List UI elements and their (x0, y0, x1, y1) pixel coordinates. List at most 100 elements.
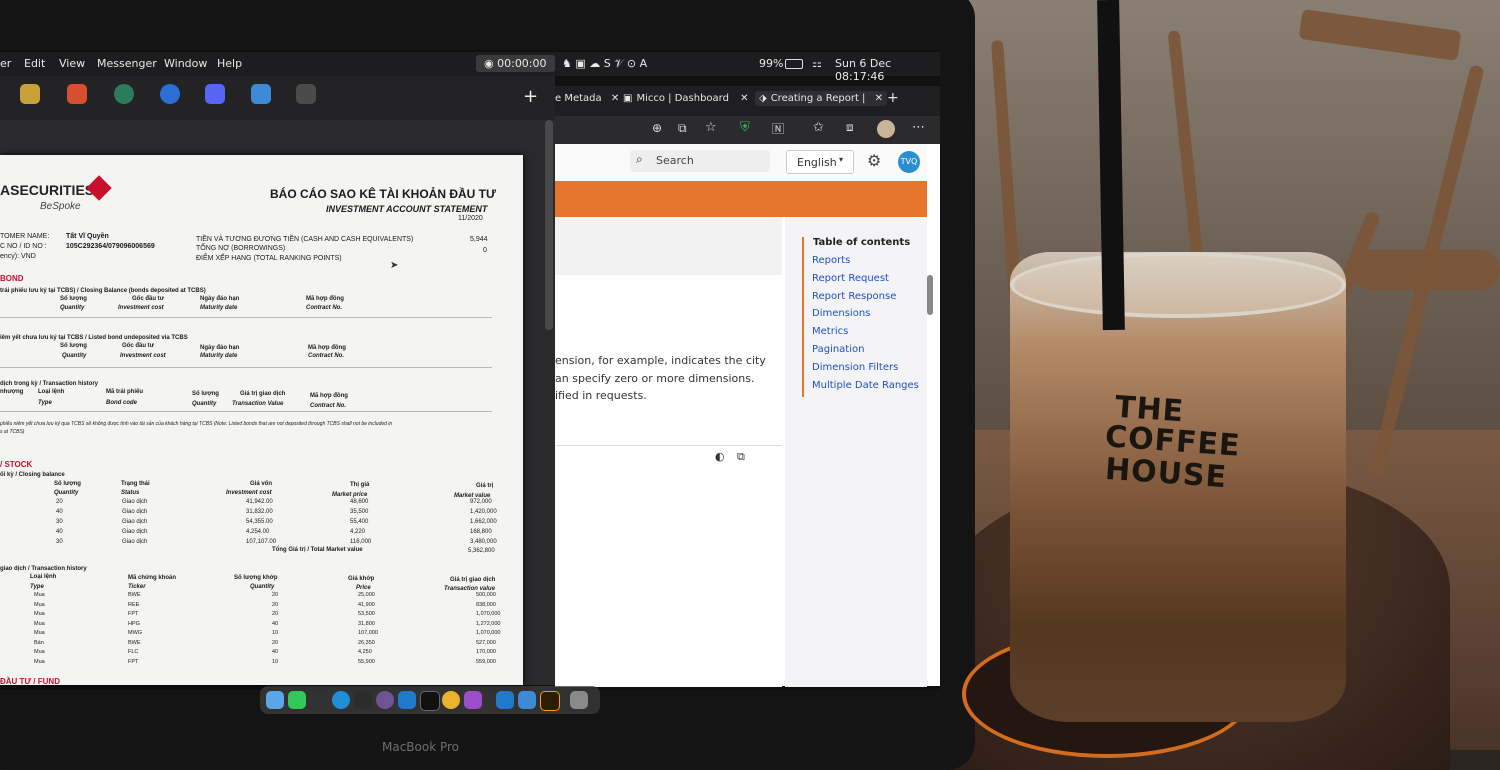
timer-readout[interactable]: ◉ 00:00:00 (476, 55, 555, 72)
status-icons[interactable]: ♞ ▣ ☁ S 𝒱 ⊙ A (562, 57, 647, 71)
table-cell: Bán (34, 639, 44, 646)
maps-icon[interactable] (114, 84, 134, 104)
vscode-insiders-icon[interactable] (496, 691, 514, 709)
stock-col-market-en: Market price (332, 492, 368, 498)
table-cell: 972,000 (470, 499, 492, 505)
listed-col-cost-en: Investment cost (120, 353, 166, 359)
user-avatar[interactable]: TVQ (898, 151, 920, 173)
toc-item[interactable]: Metrics (812, 326, 848, 337)
trans-col-en-0: Type (38, 400, 52, 406)
menu-window[interactable]: Window (164, 57, 207, 70)
notion-icon[interactable]: 🄽 (772, 120, 784, 137)
chrome-icon[interactable] (442, 691, 460, 709)
profile-avatar[interactable] (877, 120, 895, 138)
customer-name: Tất Vĩ Quyền (66, 233, 109, 240)
skype-icon[interactable] (251, 84, 271, 104)
reader-icon[interactable]: ⧉ (678, 121, 687, 136)
close-icon[interactable]: ✕ (611, 93, 619, 104)
table-cell: 53,500 (358, 611, 375, 617)
footnote: phiếu niêm yết chưa lưu ký qua TCBS sẽ k… (0, 421, 393, 427)
theme-toggle-icon[interactable]: ◐ (715, 450, 725, 463)
menu-edit[interactable]: Edit (24, 57, 45, 70)
add-icon[interactable]: ⊕ (652, 121, 662, 135)
favorite-star-icon[interactable]: ☆ (705, 120, 717, 135)
bond-col-qty-en: Quantity (60, 305, 85, 311)
more-icon[interactable]: ⋯ (912, 120, 925, 135)
tab-metadata[interactable]: e Metada ✕ (555, 93, 619, 104)
bond-col-maturity-en: Maturity date (200, 305, 238, 311)
toc-item[interactable]: Dimensions (812, 308, 870, 319)
table-cell: MWG (128, 630, 143, 636)
table-cell: Mua (34, 658, 45, 665)
toc-item[interactable]: Dimension Filters (812, 362, 898, 373)
table-cell: Mua (34, 611, 45, 617)
footnote-cont: s at TCBS) (0, 429, 25, 435)
table-cell: 40 (56, 529, 63, 535)
edge-icon[interactable] (332, 691, 350, 709)
close-icon[interactable]: ✕ (875, 93, 883, 104)
collections-icon[interactable]: ⧈ (846, 120, 854, 135)
bond-col-maturity: Ngày đáo hạn (200, 296, 240, 302)
finder-icon[interactable] (266, 691, 284, 709)
illustrator-icon[interactable] (540, 691, 560, 711)
tab-creating-report[interactable]: ⬗ Creating a Report | ✕ (755, 91, 888, 106)
copy-icon[interactable]: ⧉ (737, 450, 745, 464)
arc-icon[interactable] (354, 691, 372, 709)
table-cell: HPG (128, 620, 140, 627)
divider (0, 367, 492, 368)
table-cell: 3,480,000 (470, 539, 497, 545)
history-subheading: giao dịch / Transaction history (0, 566, 87, 572)
gear-icon[interactable]: ⚙ (867, 151, 881, 170)
trans-col-0: nhượng (0, 389, 24, 395)
trans-col-en-3: Transaction Value (232, 401, 284, 407)
statement-title-en: INVESTMENT ACCOUNT STATEMENT (326, 204, 488, 214)
discord-icon[interactable] (205, 84, 225, 104)
skype-icon[interactable] (518, 691, 536, 709)
menu-messenger[interactable]: Messenger (97, 57, 157, 70)
menu-view[interactable]: View (59, 57, 85, 70)
table-cell: 527,000 (476, 639, 496, 646)
terminal-icon[interactable] (420, 691, 440, 711)
toc-item[interactable]: Reports (812, 255, 850, 266)
close-icon[interactable]: ✕ (740, 93, 748, 104)
messages-icon[interactable] (288, 691, 306, 709)
battery-icon[interactable] (785, 59, 803, 69)
menu-app[interactable]: er (0, 57, 11, 70)
avatar-app-icon[interactable] (296, 84, 316, 104)
page-scrollbar[interactable] (927, 275, 933, 315)
vscode-icon[interactable] (398, 691, 416, 709)
listed-col-cost: Gốc đầu tư (122, 343, 155, 349)
bond-col-cost: Gốc đầu tư (132, 296, 165, 302)
toc-item[interactable]: Report Request (812, 273, 889, 284)
clock[interactable]: Sun 6 Dec 08:17:46 (835, 57, 940, 83)
menu-help[interactable]: Help (217, 57, 242, 70)
github-icon[interactable] (376, 691, 394, 709)
trash-icon[interactable] (570, 691, 588, 709)
messenger-icon[interactable] (160, 84, 180, 104)
photoshop-icon[interactable] (464, 691, 482, 709)
control-center-icon[interactable]: ⚏ (812, 57, 822, 70)
app-icon-ntc[interactable] (20, 84, 40, 104)
listed-col-contract-en: Contract No. (308, 353, 344, 359)
shield-icon[interactable]: ⛨ (740, 120, 750, 135)
tab-dashboard[interactable]: ▣ Micco | Dashboard ✕ (623, 93, 749, 104)
bond-col-contract: Mã hợp đồng (306, 296, 344, 302)
toc-item[interactable]: Pagination (812, 344, 864, 355)
table-cell: Giao dịch (122, 499, 148, 505)
pdf-scrollbar[interactable] (545, 120, 553, 330)
new-tab-plus-icon[interactable]: + (523, 86, 538, 107)
record-icon: ◉ (484, 57, 498, 70)
search-input[interactable]: ⌕ Search (630, 150, 770, 172)
bond-subheading: trái phiếu lưu ký tại TCBS) / Closing Ba… (0, 288, 206, 294)
table-cell: 10 (272, 658, 279, 665)
toc-item[interactable]: Multiple Date Ranges (812, 380, 919, 391)
table-cell: 41,942.00 (246, 499, 273, 505)
table-cell: 31,800 (358, 620, 375, 627)
tab-label: Micco | Dashboard (636, 93, 729, 104)
language-select[interactable]: English ▾ (786, 150, 854, 174)
new-tab-icon[interactable]: + (887, 90, 899, 106)
favorites-icon[interactable]: ✩ (813, 120, 824, 135)
debt-value: 0 (483, 247, 487, 254)
app-icon-slides[interactable] (67, 84, 87, 104)
toc-item[interactable]: Report Response (812, 291, 896, 302)
